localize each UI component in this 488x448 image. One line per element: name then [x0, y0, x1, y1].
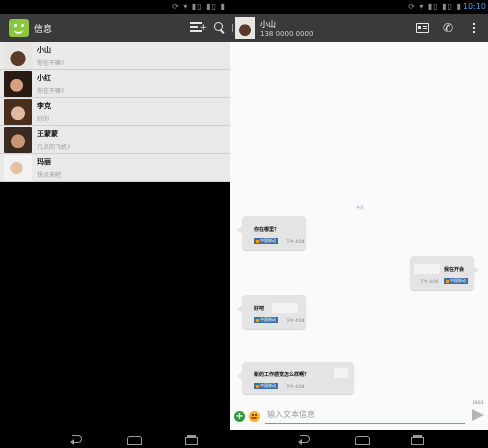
back-icon[interactable] — [298, 434, 310, 445]
list-item[interactable]: 小山 你在干嘛? — [0, 42, 230, 70]
add-attachment-icon[interactable]: + — [234, 411, 245, 422]
contact-card-icon[interactable] — [416, 23, 429, 33]
status-clock: 10:10 — [462, 2, 486, 11]
outgoing-message[interactable]: 我在开会 下午 4:04 中国移动 — [410, 256, 479, 290]
messaging-smiley-icon[interactable] — [9, 19, 29, 37]
recent-apps-icon[interactable] — [410, 434, 424, 445]
message-time: 下午 4:04 — [420, 279, 439, 284]
contact-name: 李克 — [37, 102, 51, 110]
contact-name: 玛丽 — [37, 158, 51, 166]
overflow-menu-icon[interactable] — [473, 23, 476, 34]
incoming-message[interactable]: 新的工作感觉怎么样啊？ 中国移动 下午 4:04 — [237, 362, 354, 394]
carrier-badge: 中国移动 — [254, 238, 278, 244]
message-snippet: 你在干嘛? — [37, 60, 65, 67]
carrier-badge: 中国移动 — [254, 383, 278, 389]
message-snippet: 好的 — [37, 116, 50, 123]
phone-icon[interactable]: ✆ — [443, 21, 453, 35]
system-nav-bar — [0, 430, 488, 448]
avatar[interactable] — [235, 17, 255, 39]
list-item[interactable]: 小红 你在干嘛? — [0, 70, 230, 98]
left-status-bar: ⟳ ▾ ▮▯ ▮▯ ▮ — [0, 0, 230, 14]
thread-action-bar: 小山 138 0000 0000 ✆ — [230, 14, 488, 42]
avatar[interactable] — [4, 155, 32, 181]
home-icon[interactable] — [354, 434, 370, 445]
back-icon[interactable] — [70, 434, 82, 445]
carrier-badge: 中国移动 — [254, 317, 278, 323]
home-icon[interactable] — [126, 434, 142, 445]
message-time: 下午 4:04 — [286, 384, 305, 389]
new-message-icon[interactable] — [190, 22, 207, 33]
char-counter: 160/1 — [472, 400, 484, 405]
message-snippet: 你在干嘛? — [37, 88, 65, 95]
message-input[interactable] — [265, 406, 465, 424]
message-text: 我在开会 — [444, 267, 465, 273]
avatar[interactable] — [4, 71, 32, 97]
message-thread-pane: ⟳ ▾ ▮▯ ▮▯ ▮ 10:10 小山 138 0000 0000 ✆ 今天 … — [230, 0, 488, 430]
message-text: 新的工作感觉怎么样啊？ — [254, 372, 310, 378]
message-text: 好吧 — [254, 306, 265, 312]
message-time: 下午 4:04 — [286, 318, 305, 323]
screen: ⟳ ▾ ▮▯ ▮▯ ▮ 信息 小山 你在干嘛? 小红 你在干嘛? 李克 好的 — [0, 0, 488, 448]
carrier-badge: 中国移动 — [444, 278, 468, 284]
message-text: 你在哪里？ — [254, 227, 280, 233]
left-status-icons: ⟳ ▾ ▮▯ ▮▯ ▮ — [172, 2, 226, 11]
message-snippet: 快点来吧 — [37, 172, 62, 179]
conversation-list: 小山 你在干嘛? 小红 你在干嘛? 李克 好的 王蒙蒙 几点的飞机? 玛丽 快点… — [0, 42, 230, 182]
recent-apps-icon[interactable] — [184, 434, 198, 445]
avatar[interactable] — [4, 43, 32, 69]
send-icon[interactable] — [472, 409, 484, 421]
avatar[interactable] — [4, 99, 32, 125]
conversation-list-pane: ⟳ ▾ ▮▯ ▮▯ ▮ 信息 小山 你在干嘛? 小红 你在干嘛? 李克 好的 — [0, 0, 230, 430]
message-thread[interactable]: 今天 你在哪里？ 中国移动 下午 4:04 我在开会 下午 4:04 中国移动 … — [230, 42, 488, 398]
search-icon[interactable] — [214, 22, 224, 34]
list-item[interactable]: 玛丽 快点来吧 — [0, 154, 230, 182]
incoming-message[interactable]: 好吧 中国移动 下午 4:04 — [237, 295, 306, 329]
right-status-icons: ⟳ ▾ ▮▯ ▮▯ ▮ — [408, 2, 462, 11]
incoming-message[interactable]: 你在哪里？ 中国移动 下午 4:04 — [237, 216, 306, 250]
app-title: 信息 — [34, 25, 53, 35]
avatar[interactable] — [4, 127, 32, 153]
list-item[interactable]: 李克 好的 — [0, 98, 230, 126]
message-snippet: 几点的飞机? — [37, 144, 71, 151]
right-status-bar: ⟳ ▾ ▮▯ ▮▯ ▮ 10:10 — [230, 0, 488, 14]
emoji-icon[interactable] — [249, 411, 260, 422]
compose-bar: 160/1 + — [230, 398, 488, 430]
contact-name: 小红 — [37, 74, 51, 82]
contact-name: 小山 — [37, 46, 51, 54]
left-action-bar: 信息 — [0, 14, 230, 42]
list-item[interactable]: 王蒙蒙 几点的飞机? — [0, 126, 230, 154]
thread-contact-name: 小山 — [260, 20, 276, 29]
contact-name: 王蒙蒙 — [37, 130, 58, 138]
date-separator: 今天 — [356, 205, 364, 210]
thread-contact-number: 138 0000 0000 — [260, 30, 314, 38]
message-time: 下午 4:04 — [286, 239, 305, 244]
